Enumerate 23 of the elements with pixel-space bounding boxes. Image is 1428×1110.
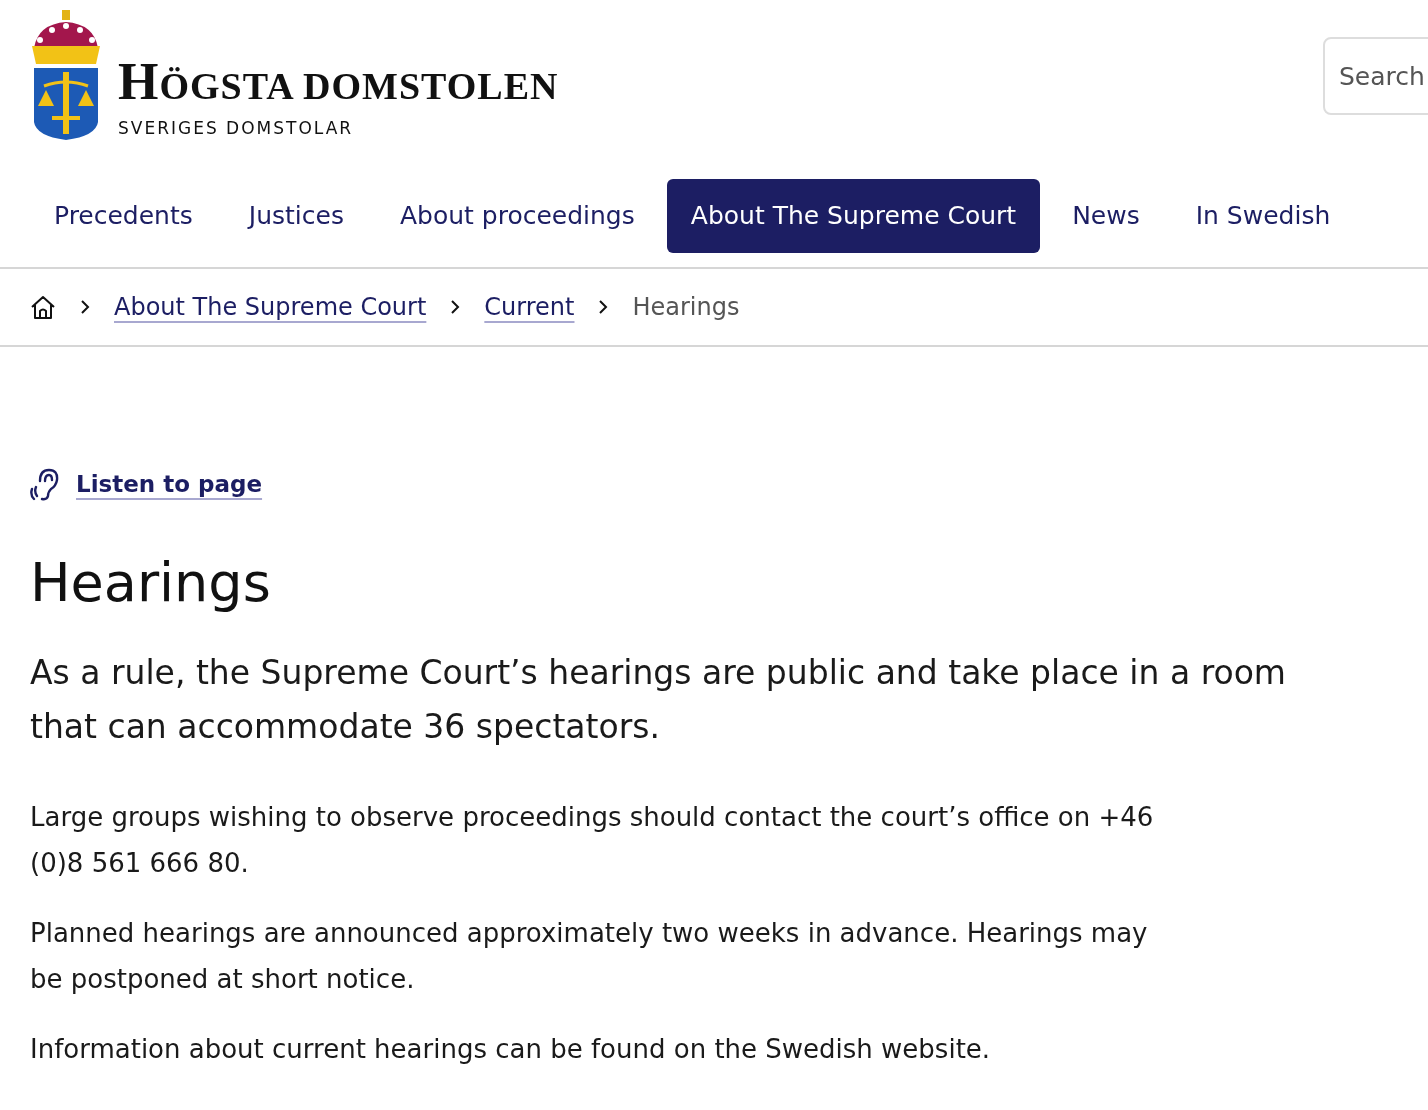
page-title: Hearings bbox=[30, 551, 272, 616]
body-paragraph: Information about current hearings can be found on the Swedish website. bbox=[30, 1032, 992, 1066]
chevron-icon bbox=[450, 298, 461, 315]
site-title: HÖGSTA DOMSTOLEN bbox=[118, 56, 559, 108]
nav-tab[interactable]: About proceedings bbox=[375, 179, 659, 253]
nav-tab[interactable]: Justices bbox=[224, 179, 368, 253]
search-field[interactable]: Search bbox=[1323, 37, 1428, 115]
site-subtitle: SVERIGES DOMSTOLAR bbox=[118, 117, 355, 140]
nav-tab[interactable]: About The Supreme Court bbox=[666, 179, 1041, 253]
breadcrumb-link[interactable]: About The Supreme Court bbox=[114, 288, 427, 325]
lead-paragraph: As a rule, the Supreme Court’s hearings are public and take place in a room that can accommodate 36 spectators. bbox=[30, 651, 1287, 748]
body-paragraph: Planned hearings are announced approximately two weeks in advance. Hearings may be postponed at short notice. bbox=[30, 916, 1149, 996]
chevron-icon bbox=[80, 298, 90, 315]
chevron-icon bbox=[598, 298, 609, 315]
nav-tab[interactable]: In Swedish bbox=[1171, 179, 1355, 253]
breadcrumb-link[interactable]: Current bbox=[484, 288, 575, 325]
home-icon[interactable] bbox=[30, 293, 56, 320]
nav-tab[interactable]: News bbox=[1048, 179, 1164, 253]
nav-tab[interactable]: Precedents bbox=[30, 179, 217, 253]
ear-icon bbox=[30, 466, 60, 501]
body-paragraph: Large groups wishing to observe proceedings should contact the court’s office on +46 (0)8 561 666 80. bbox=[30, 800, 1155, 880]
listen-to-page-link[interactable]: Listen to page bbox=[76, 466, 263, 501]
breadcrumb-current: Hearings bbox=[632, 291, 740, 323]
